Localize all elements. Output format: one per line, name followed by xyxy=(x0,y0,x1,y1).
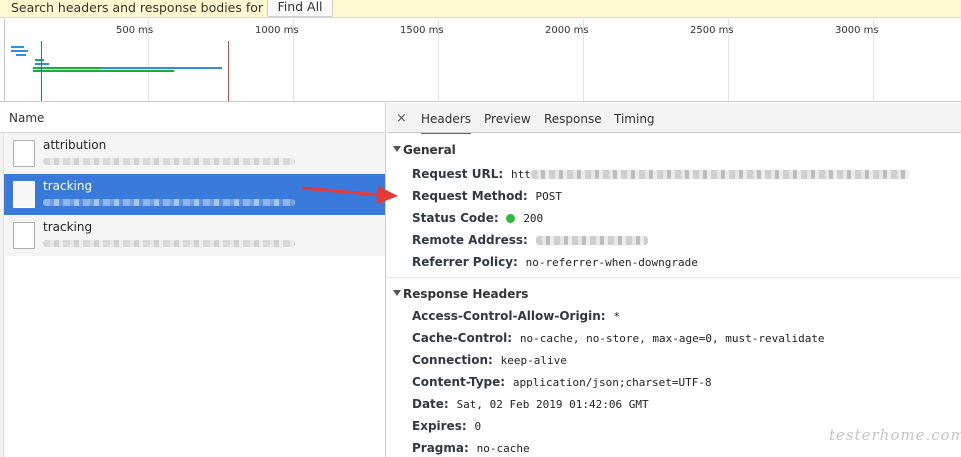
timeline-request-bar xyxy=(35,63,49,65)
load-event-marker xyxy=(228,41,229,101)
request-name: tracking xyxy=(43,179,93,193)
request-url-redacted xyxy=(530,170,909,179)
header-key: Pragma: xyxy=(412,441,469,455)
close-icon[interactable]: × xyxy=(396,111,407,126)
timeline-tick-label: 1500 ms xyxy=(400,25,444,36)
status-ok-icon xyxy=(506,214,516,223)
timeline-tick-label: 2000 ms xyxy=(545,25,589,36)
tab-headers[interactable]: Headers xyxy=(421,112,471,135)
response-header-row: Cache-Control: no-cache, no-store, max-a… xyxy=(412,331,825,345)
tab-timing[interactable]: Timing xyxy=(614,112,655,126)
request-method-row: Request Method: POST xyxy=(412,189,562,203)
timeline-tick-label: 3000 ms xyxy=(835,25,879,36)
header-value: no-referrer-when-downgrade xyxy=(525,256,698,269)
response-headers-section-header[interactable]: Response Headers xyxy=(387,277,961,308)
file-icon xyxy=(13,222,35,249)
triangle-down-icon[interactable] xyxy=(393,146,401,152)
referrer-policy-row: Referrer Policy: no-referrer-when-downgr… xyxy=(412,255,698,269)
header-value: no-cache, no-store, max-age=0, must-reva… xyxy=(519,332,825,345)
header-key: Referrer Policy: xyxy=(412,255,518,269)
header-key: Connection: xyxy=(412,353,493,367)
header-key: Status Code: xyxy=(412,211,499,225)
arrow-head-icon xyxy=(377,186,398,204)
overview-left-edge xyxy=(4,19,5,101)
request-url-redacted xyxy=(43,199,295,206)
timeline-request-bar xyxy=(35,59,44,61)
response-header-row: Pragma: no-cache xyxy=(412,441,530,455)
header-key: Request URL: xyxy=(412,167,504,181)
remote-address-redacted xyxy=(535,236,648,245)
timeline-tick-label: 1000 ms xyxy=(255,25,299,36)
arrow-shaft xyxy=(301,186,381,197)
timeline-request-bar xyxy=(33,70,174,72)
timeline-tick-label: 500 ms xyxy=(116,25,154,36)
request-row[interactable]: attribution xyxy=(4,133,385,174)
response-header-row: Expires: 0 xyxy=(412,419,481,433)
timeline-tick-label: 2500 ms xyxy=(690,25,734,36)
response-header-row: Access-Control-Allow-Origin: * xyxy=(412,309,620,323)
header-key: Expires: xyxy=(412,419,467,433)
header-value: application/json;charset=UTF-8 xyxy=(512,376,712,389)
timeline-request-bar xyxy=(33,67,101,69)
section-title: Response Headers xyxy=(403,287,529,301)
header-key: Cache-Control: xyxy=(412,331,513,345)
timeline-request-bar xyxy=(101,67,222,69)
header-value: 0 xyxy=(474,420,482,433)
header-value: no-cache xyxy=(476,442,530,455)
request-url-row: Request URL: htt xyxy=(412,167,909,181)
requests-list-header[interactable]: Name xyxy=(0,103,386,133)
timeline-request-bar xyxy=(16,54,26,56)
header-key: Content-Type: xyxy=(412,375,506,389)
timeline-request-bar xyxy=(11,46,24,48)
header-value: * xyxy=(613,310,621,323)
response-header-row: Content-Type: application/json;charset=U… xyxy=(412,375,712,389)
header-value: Sat, 02 Feb 2019 01:42:06 GMT xyxy=(456,398,649,411)
network-overview-timeline[interactable]: 500 ms 1000 ms 1500 ms 2000 ms 2500 ms 3… xyxy=(0,19,961,102)
header-key: Request Method: xyxy=(412,189,528,203)
timeline-request-bar xyxy=(11,50,28,52)
request-name: tracking xyxy=(43,220,93,234)
search-bar: Search headers and response bodies for a… xyxy=(0,0,961,18)
request-url-redacted xyxy=(43,240,295,247)
status-code-row: Status Code: 200 xyxy=(412,211,543,225)
response-header-row: Date: Sat, 02 Feb 2019 01:42:06 GMT xyxy=(412,397,649,411)
header-key: Access-Control-Allow-Origin: xyxy=(412,309,606,323)
header-value: keep-alive xyxy=(500,354,567,367)
search-prefix: Search headers and response bodies for xyxy=(11,0,268,15)
section-title: General xyxy=(403,143,456,157)
general-section-header[interactable]: General xyxy=(387,134,961,165)
file-icon xyxy=(13,181,35,208)
header-value: htt xyxy=(510,168,531,181)
name-column-header[interactable]: Name xyxy=(9,111,44,125)
find-all-button[interactable]: Find All xyxy=(267,0,333,17)
request-row[interactable]: tracking xyxy=(4,215,385,256)
header-key: Remote Address: xyxy=(412,233,528,247)
headers-panel: General Request URL: htt Request Method:… xyxy=(387,134,961,457)
detail-tabs: × Headers Preview Response Timing xyxy=(387,103,961,135)
request-name: attribution xyxy=(43,138,107,152)
response-header-row: Connection: keep-alive xyxy=(412,353,567,367)
remote-address-row: Remote Address: xyxy=(412,233,648,247)
header-value: 200 xyxy=(523,212,544,225)
header-key: Date: xyxy=(412,397,449,411)
annotation-arrow xyxy=(301,186,398,204)
request-url-redacted xyxy=(43,158,295,165)
tab-response[interactable]: Response xyxy=(544,112,602,126)
watermark: testerhome.com xyxy=(829,426,961,444)
search-description: Search headers and response bodies for a… xyxy=(11,0,306,16)
header-value: POST xyxy=(535,190,563,203)
tab-preview[interactable]: Preview xyxy=(484,112,531,126)
dom-content-loaded-marker xyxy=(41,41,42,101)
file-icon xyxy=(13,140,35,167)
triangle-down-icon[interactable] xyxy=(393,290,401,296)
